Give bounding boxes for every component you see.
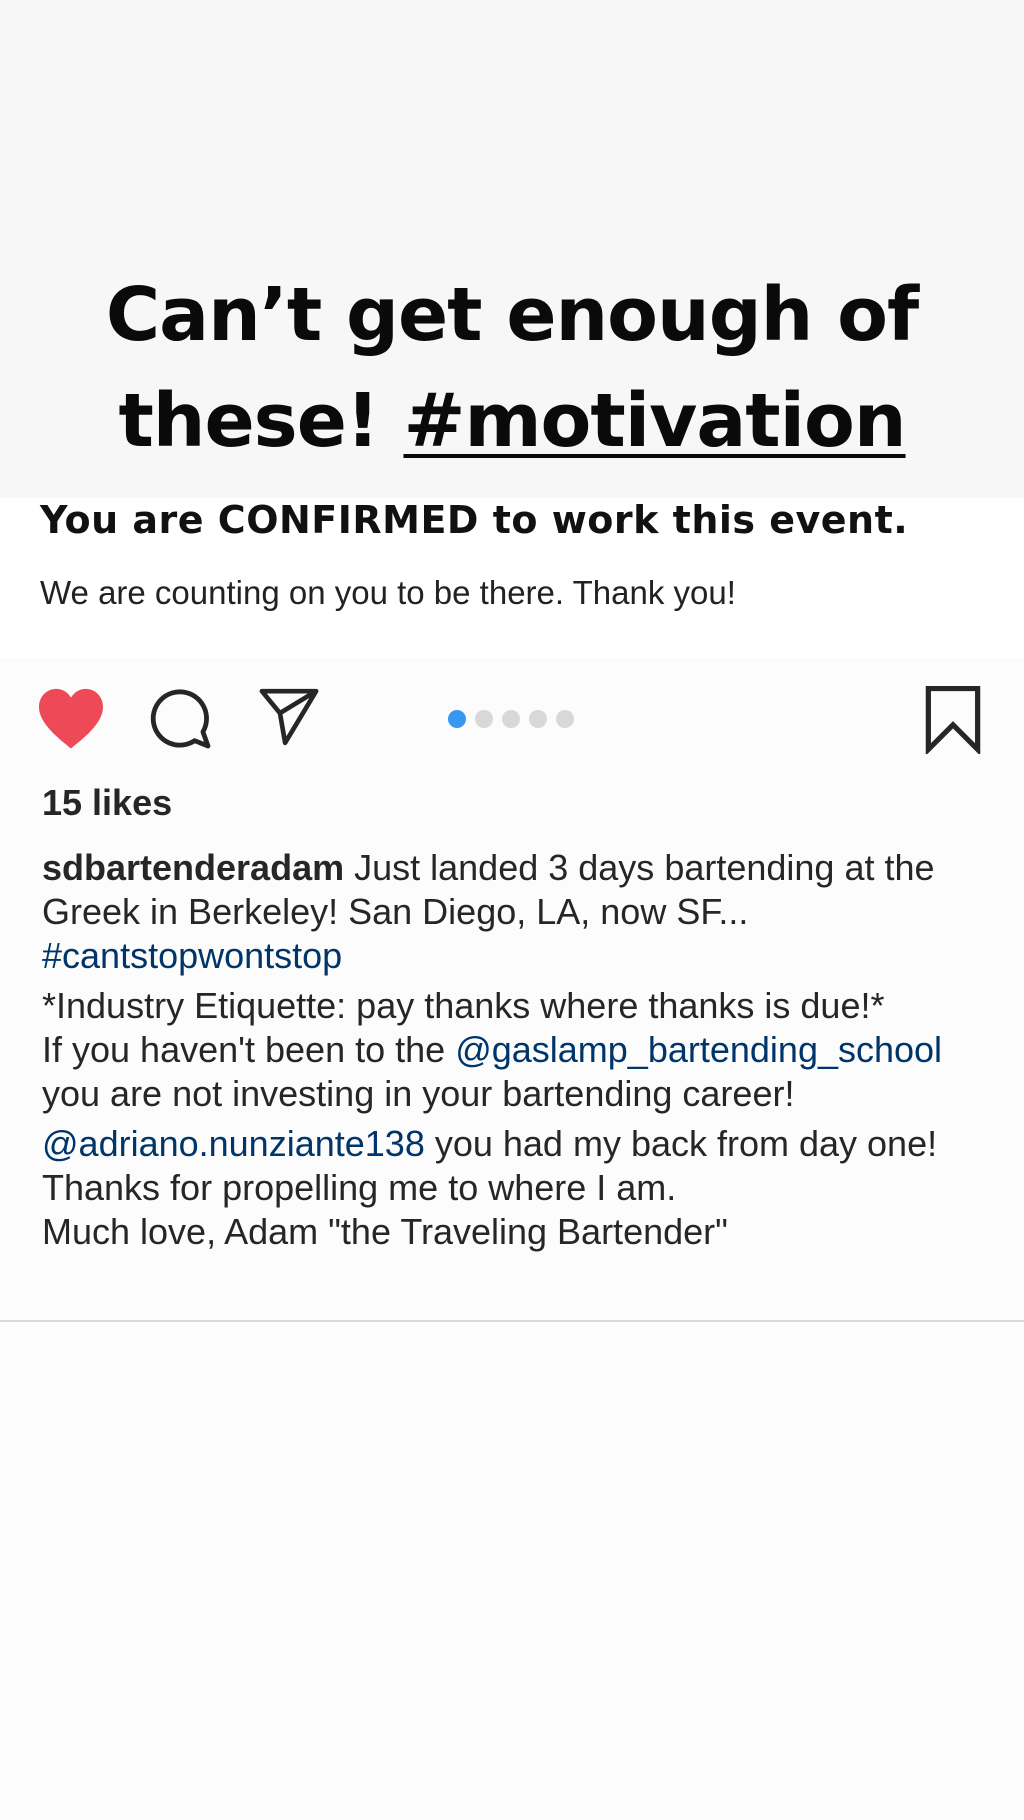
carousel-indicator — [448, 710, 574, 728]
story-caption-line2: these! #motivation — [0, 368, 1024, 474]
likes-count[interactable]: 15 likes — [42, 782, 172, 824]
carousel-dot — [475, 710, 493, 728]
post-image-subtitle: We are counting on you to be there. Than… — [40, 574, 736, 611]
caption-line: Much love, Adam "the Traveling Bartender… — [42, 1211, 728, 1252]
divider — [0, 1320, 1024, 1322]
caption-mention[interactable]: @adriano.nunziante138 — [42, 1123, 425, 1164]
carousel-dot-active — [448, 710, 466, 728]
post-caption: sdbartenderadam Just landed 3 days barte… — [42, 846, 1002, 1260]
story-hashtag[interactable]: #motivation — [403, 378, 906, 464]
carousel-dot — [529, 710, 547, 728]
caption-hashtag[interactable]: #cantstopwontstop — [42, 935, 342, 976]
carousel-dot — [502, 710, 520, 728]
post-action-bar — [0, 680, 1024, 760]
heart-icon[interactable] — [36, 686, 106, 750]
caption-mention[interactable]: @gaslamp_bartending_school — [455, 1029, 942, 1070]
story-caption-line1: Can’t get enough of — [105, 272, 919, 358]
caption-line: If you haven't been to the — [42, 1029, 456, 1070]
caption-line: you are not investing in your bartending… — [42, 1073, 795, 1114]
paper-plane-icon[interactable] — [256, 686, 322, 748]
caption-line: *Industry Etiquette: pay thanks where th… — [42, 985, 885, 1026]
caption-username[interactable]: sdbartenderadam — [42, 847, 344, 888]
story-caption: Can’t get enough of these! #motivation — [0, 262, 1024, 474]
comment-icon[interactable] — [148, 686, 212, 750]
post-image-title: You are CONFIRMED to work this event. — [40, 498, 909, 542]
bookmark-icon[interactable] — [924, 684, 982, 754]
story-caption-text: these! — [118, 378, 404, 464]
carousel-dot — [556, 710, 574, 728]
